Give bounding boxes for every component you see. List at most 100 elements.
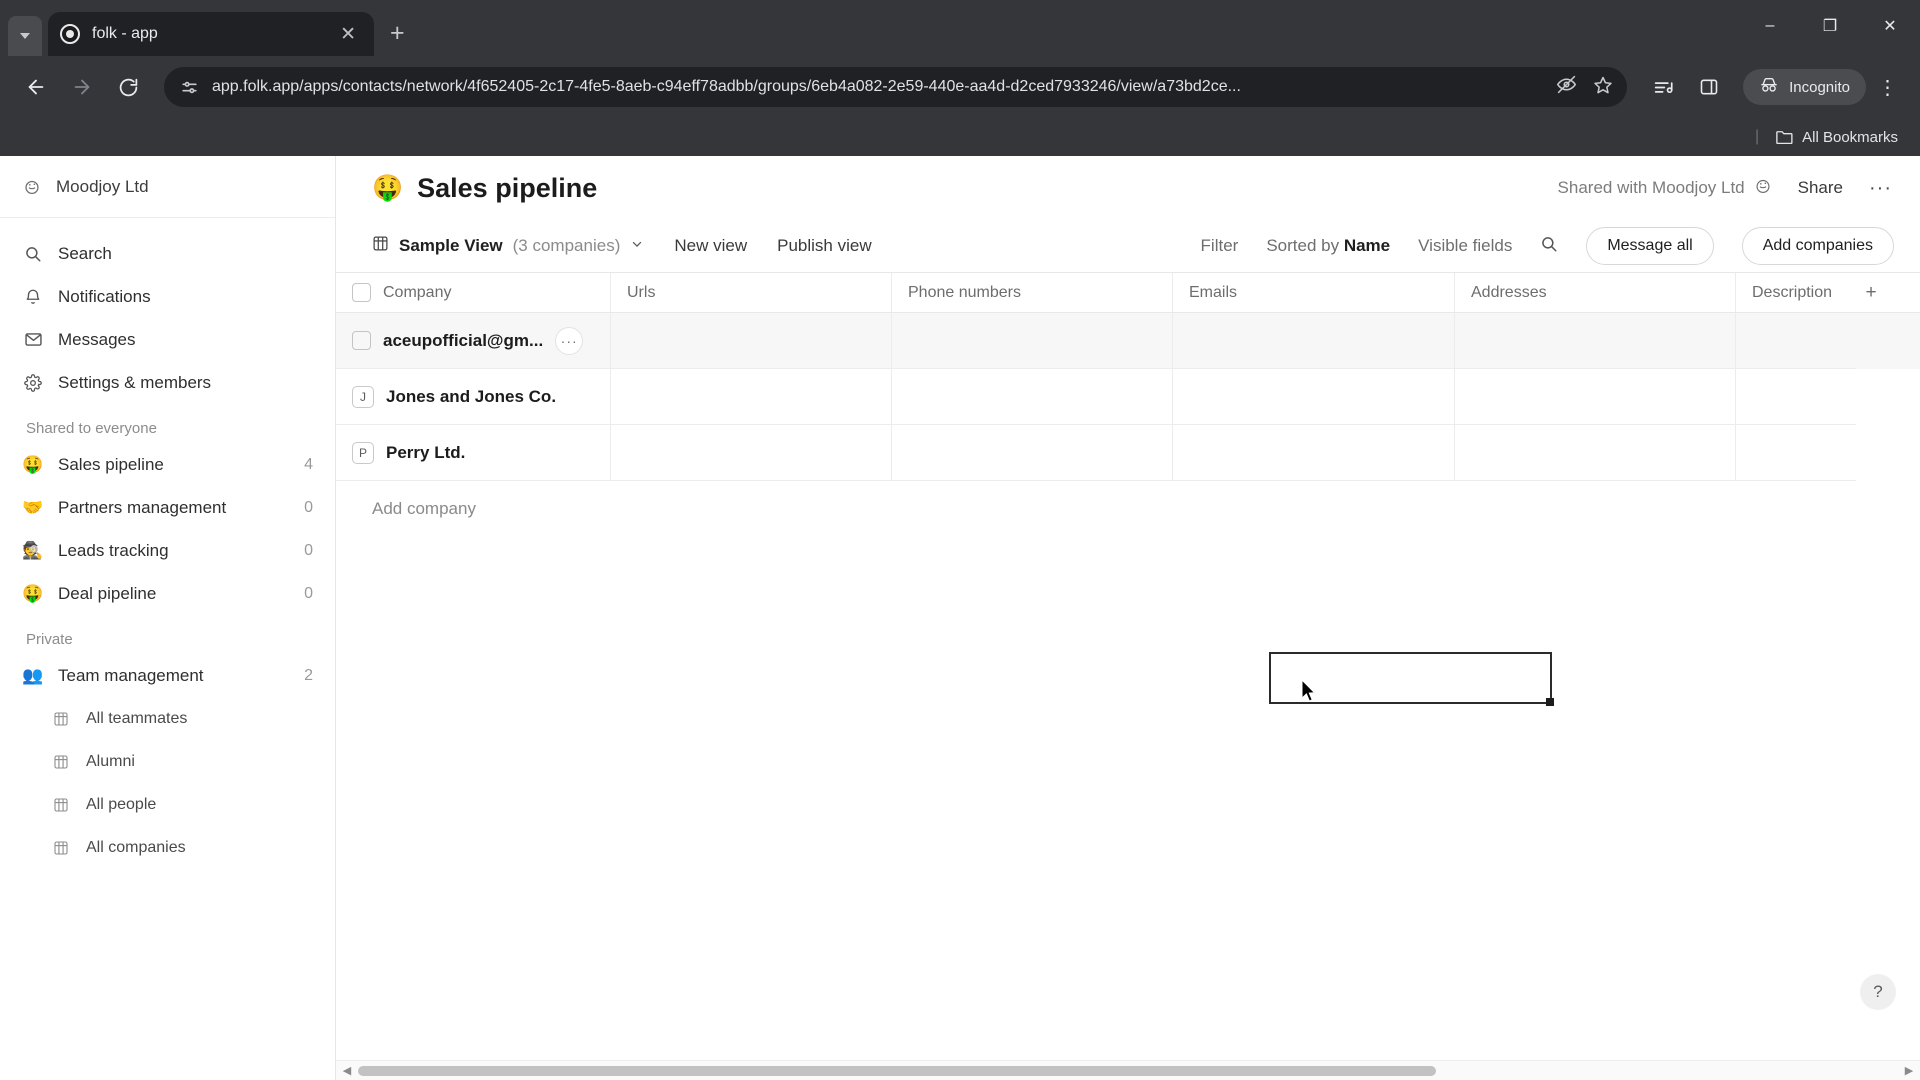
column-header-urls[interactable]: Urls <box>611 273 892 312</box>
forward-button[interactable] <box>62 67 102 107</box>
table-icon <box>50 754 72 770</box>
cell-company[interactable]: P Perry Ltd. <box>336 425 611 481</box>
add-companies-button[interactable]: Add companies <box>1741 227 1894 265</box>
table-row[interactable]: aceupofficial@gm... ··· <box>336 313 1920 369</box>
table-row[interactable]: J Jones and Jones Co. <box>336 369 1920 425</box>
eye-crossed-icon[interactable] <box>1556 74 1577 100</box>
reload-button[interactable] <box>108 67 148 107</box>
shared-with-indicator[interactable]: Shared with Moodjoy Ltd <box>1558 177 1772 200</box>
sidebar-item-settings[interactable]: Settings & members <box>12 361 323 404</box>
cell-addresses[interactable] <box>1455 313 1736 369</box>
cell-addresses[interactable] <box>1455 425 1736 481</box>
sales-pipeline-emoji-icon: 🤑 <box>22 455 44 474</box>
add-company-button[interactable]: Add company <box>336 481 1920 519</box>
message-all-button[interactable]: Message all <box>1586 227 1714 265</box>
help-button[interactable]: ? <box>1860 974 1896 1010</box>
search-icon[interactable] <box>1540 235 1558 258</box>
column-header-addresses[interactable]: Addresses <box>1455 273 1736 312</box>
cell-description[interactable] <box>1736 369 1856 425</box>
select-all-checkbox[interactable] <box>352 283 371 302</box>
cell-emails[interactable] <box>1173 313 1455 369</box>
page-title: 🤑 Sales pipeline <box>372 173 597 204</box>
cell-phone-numbers[interactable] <box>892 369 1173 425</box>
filter-button[interactable]: Filter <box>1201 236 1239 256</box>
sidebar-item-label: All companies <box>86 838 186 856</box>
cell-urls[interactable] <box>611 313 892 369</box>
sidebar-item-search[interactable]: Search <box>12 232 323 275</box>
chevron-down-icon <box>20 33 30 39</box>
sidebar-item-messages[interactable]: Messages <box>12 318 323 361</box>
visible-fields-button[interactable]: Visible fields <box>1418 236 1512 256</box>
column-header-description[interactable]: Description <box>1736 273 1856 312</box>
share-button[interactable]: Share <box>1798 178 1843 198</box>
scroll-right-arrow-icon[interactable]: ▶ <box>1898 1064 1920 1077</box>
sidebar-item-team-management[interactable]: 👥 Team management 2 <box>12 654 323 697</box>
sidebar-item-all-companies[interactable]: All companies <box>12 826 323 869</box>
arrow-left-icon <box>28 79 44 95</box>
tab-title: folk - app <box>92 25 158 42</box>
scroll-left-arrow-icon[interactable]: ◀ <box>336 1064 358 1077</box>
column-header-phone-numbers[interactable]: Phone numbers <box>892 273 1173 312</box>
sidebar-item-partners-management[interactable]: 🤝 Partners management 0 <box>12 486 323 529</box>
sidebar-item-sales-pipeline[interactable]: 🤑 Sales pipeline 4 <box>12 443 323 486</box>
browser-tab[interactable]: folk - app ✕ <box>48 12 374 56</box>
row-checkbox[interactable] <box>352 331 371 350</box>
publish-view-button[interactable]: Publish view <box>777 236 872 256</box>
cell-urls[interactable] <box>611 369 892 425</box>
sidebar: Moodjoy Ltd Search Notifications Message… <box>0 156 336 1080</box>
cell-emails[interactable] <box>1173 369 1455 425</box>
minimize-button[interactable]: – <box>1740 0 1800 52</box>
cell-description[interactable] <box>1736 313 1856 369</box>
sidebar-item-alumni[interactable]: Alumni <box>12 740 323 783</box>
table-row[interactable]: P Perry Ltd. <box>336 425 1920 481</box>
kebab-menu-icon[interactable]: ⋮ <box>1872 75 1904 100</box>
row-menu-button[interactable]: ··· <box>555 326 584 355</box>
sidebar-item-label: Leads tracking <box>58 540 169 560</box>
sidebar-item-notifications[interactable]: Notifications <box>12 275 323 318</box>
cell-phone-numbers[interactable] <box>892 425 1173 481</box>
back-button[interactable] <box>16 67 56 107</box>
side-panel-icon[interactable] <box>1689 67 1729 107</box>
sort-button[interactable]: Sorted by Name <box>1266 236 1390 256</box>
chevron-down-icon[interactable] <box>630 236 644 256</box>
page-settings-icon[interactable] <box>178 76 200 98</box>
workspace-switcher[interactable]: Moodjoy Ltd <box>0 156 335 218</box>
close-icon[interactable]: ✕ <box>334 21 362 48</box>
address-bar[interactable]: app.folk.app/apps/contacts/network/4f652… <box>164 67 1628 107</box>
sidebar-item-label: All teammates <box>86 709 188 727</box>
browser-toolbar: app.folk.app/apps/contacts/network/4f652… <box>0 56 1920 118</box>
cell-description[interactable] <box>1736 425 1856 481</box>
incognito-indicator[interactable]: Incognito <box>1743 69 1866 105</box>
sidebar-item-all-teammates[interactable]: All teammates <box>12 697 323 740</box>
close-window-button[interactable]: ✕ <box>1860 0 1920 52</box>
cell-addresses[interactable] <box>1455 369 1736 425</box>
cell-company[interactable]: aceupofficial@gm... ··· <box>336 313 611 369</box>
sidebar-item-leads-tracking[interactable]: 🕵️ Leads tracking 0 <box>12 529 323 572</box>
view-selector[interactable]: Sample View (3 companies) <box>372 235 644 257</box>
cell-emails[interactable] <box>1173 425 1455 481</box>
tab-search-button[interactable] <box>8 16 42 56</box>
view-toolbar: Sample View (3 companies) New view Publi… <box>336 220 1920 272</box>
new-tab-button[interactable]: + <box>390 21 405 46</box>
new-view-button[interactable]: New view <box>674 236 747 256</box>
team-emoji-icon: 👥 <box>22 666 44 685</box>
scrollbar-thumb[interactable] <box>358 1065 1436 1076</box>
add-column-button[interactable]: + <box>1856 273 1886 312</box>
star-icon[interactable] <box>1593 75 1613 100</box>
cell-urls[interactable] <box>611 425 892 481</box>
reading-list-icon[interactable] <box>1643 67 1683 107</box>
scrollbar-track[interactable] <box>358 1065 1898 1077</box>
sidebar-item-deal-pipeline[interactable]: 🤑 Deal pipeline 0 <box>12 572 323 615</box>
all-bookmarks-button[interactable]: All Bookmarks <box>1775 129 1898 146</box>
cell-fill-handle[interactable] <box>1546 698 1554 706</box>
cell-company[interactable]: J Jones and Jones Co. <box>336 369 611 425</box>
column-header-company[interactable]: Company <box>336 273 611 312</box>
horizontal-scrollbar[interactable]: ◀ ▶ <box>336 1060 1920 1080</box>
table-icon <box>50 797 72 813</box>
page-more-menu-button[interactable]: ··· <box>1869 177 1892 200</box>
cell-phone-numbers[interactable] <box>892 313 1173 369</box>
column-header-emails[interactable]: Emails <box>1173 273 1455 312</box>
sidebar-item-all-people[interactable]: All people <box>12 783 323 826</box>
sidebar-item-label: Search <box>58 243 112 263</box>
maximize-button[interactable]: ❐ <box>1800 0 1860 52</box>
